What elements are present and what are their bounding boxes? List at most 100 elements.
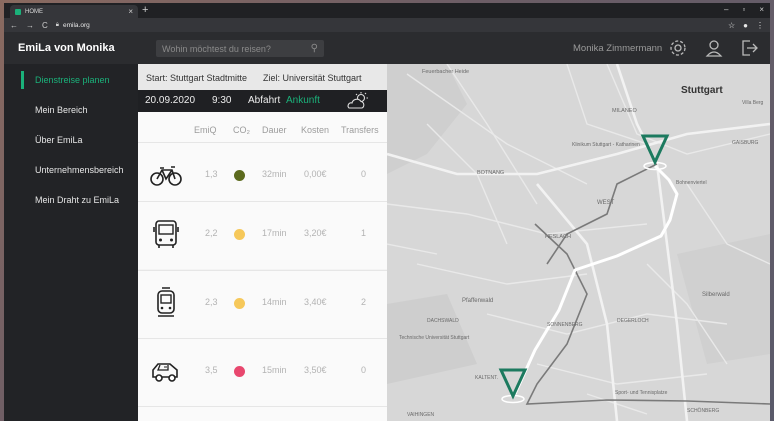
date-bar: 20.09.2020 9:30 Abfahrt Ankunft	[138, 90, 387, 112]
emiq-value: 2,2	[205, 228, 218, 238]
time-field[interactable]: 9:30	[212, 95, 231, 106]
map-label-pfaffenwald: Pfaffenwald	[462, 298, 493, 304]
sidebar-item-mein-draht[interactable]: Mein Draht zu EmiLa	[35, 195, 119, 205]
lock-icon: 🔒︎	[55, 21, 59, 28]
map-label-botnang: BOTNANG	[477, 170, 504, 176]
results-table: EmiQ CO₂ Dauer Kosten Transfers 1,3 32mi…	[138, 112, 387, 421]
transfers-value: 0	[361, 169, 367, 179]
maximize-icon[interactable]: ▫	[742, 5, 745, 14]
sidebar-item-mein-bereich[interactable]: Mein Bereich	[35, 105, 88, 115]
sidebar-item-ueber-emila[interactable]: Über EmiLa	[35, 135, 83, 145]
tab-close-icon[interactable]: ×	[128, 7, 133, 16]
map-label-gaisburg: GAISBURG	[732, 140, 759, 146]
account-icon[interactable]: ●	[743, 21, 748, 30]
address-bar: ← → C 🔒︎ emila.org ☆ ● ⋮	[4, 18, 770, 32]
close-icon[interactable]: ×	[759, 5, 764, 14]
route-end[interactable]: Ziel: Universität Stuttgart	[263, 73, 362, 83]
col-co2[interactable]: CO₂	[233, 125, 250, 135]
table-row[interactable]: 3,5 15min 3,50€ 0	[138, 338, 387, 406]
map-label-villa-berg: Villa Berg	[742, 100, 764, 106]
map-label-klinikum: Klinikum Stuttgart - Katharinen	[572, 142, 640, 148]
star-icon[interactable]: ☆	[728, 21, 735, 30]
active-indicator	[21, 71, 24, 89]
new-tab-icon[interactable]: +	[142, 4, 148, 16]
map-label-bohnen: Bohnenviertel	[676, 180, 707, 186]
partly-cloudy-icon	[344, 91, 370, 111]
map-label-feuerbach: Feuerbacher Heide	[422, 69, 469, 75]
map-label-stuttgart: Stuttgart	[681, 85, 723, 96]
duration-value: 17min	[262, 228, 287, 238]
bus-icon	[148, 216, 184, 252]
map-canvas[interactable]: Stuttgart Feuerbacher Heide MILANEO Klin…	[387, 64, 770, 421]
table-row[interactable]: 2,3 14min 3,40€ 2	[138, 270, 387, 338]
tab-strip: HOME × + – ▫ ×	[4, 3, 770, 18]
app-header: EmiLa von Monika ⚲ Monika Zimmermann	[4, 32, 770, 64]
table-row[interactable]	[138, 406, 387, 421]
duration-value: 32min	[262, 169, 287, 179]
sidebar: Dienstreise planen Mein Bereich Über Emi…	[4, 64, 138, 421]
emiq-value: 2,3	[205, 297, 218, 307]
search-box[interactable]: ⚲	[156, 40, 324, 57]
cost-value: 3,40€	[304, 297, 327, 307]
arrival-toggle[interactable]: Ankunft	[286, 95, 320, 106]
transfers-value: 2	[361, 297, 367, 307]
departure-toggle[interactable]: Abfahrt	[248, 95, 280, 106]
table-row[interactable]: 2,2 17min 3,20€ 1	[138, 201, 387, 269]
map-label-sport: Sport- und Tennisplatze	[615, 390, 668, 396]
favicon-icon	[15, 8, 21, 15]
route-map[interactable]: Stuttgart Feuerbacher Heide MILANEO Klin…	[387, 64, 770, 421]
col-emiq[interactable]: EmiQ	[194, 125, 217, 135]
map-label-vaihingen: VAIHINGEN	[407, 412, 435, 418]
table-row[interactable]: 1,3 32min 0,00€ 0	[138, 142, 387, 210]
bicycle-icon	[148, 157, 184, 193]
col-kosten[interactable]: Kosten	[301, 125, 329, 135]
cost-value: 3,50€	[304, 365, 327, 375]
back-icon[interactable]: ←	[10, 21, 18, 30]
emiq-value: 1,3	[205, 169, 218, 179]
forward-icon[interactable]: →	[26, 21, 34, 30]
search-input[interactable]	[162, 43, 311, 54]
cost-value: 3,20€	[304, 228, 327, 238]
route-bar: Start: Stuttgart Stadtmitte Ziel: Univer…	[138, 64, 387, 90]
minimize-icon[interactable]: –	[724, 5, 728, 14]
map-label-west: WEST	[597, 200, 615, 206]
co2-indicator	[234, 298, 245, 309]
cost-value: 0,00€	[304, 169, 327, 179]
search-icon[interactable]: ⚲	[311, 43, 318, 54]
duration-value: 14min	[262, 297, 287, 307]
date-field[interactable]: 20.09.2020	[145, 95, 195, 106]
co2-indicator	[234, 366, 245, 377]
sidebar-item-dienstreise[interactable]: Dienstreise planen	[35, 75, 110, 85]
tram-icon	[148, 285, 184, 321]
user-icon[interactable]	[704, 38, 724, 58]
map-label-schoenberg: SCHÖNBERG	[687, 407, 719, 414]
map-label-dachswald: DACHSWALD	[427, 318, 459, 324]
map-label-sonnenberg: SONNENBERG	[547, 322, 583, 328]
map-label-silberwald: Silberwald	[702, 292, 730, 298]
co2-indicator	[234, 229, 245, 240]
transfers-value: 0	[361, 365, 367, 375]
table-header: EmiQ CO₂ Dauer Kosten Transfers	[138, 112, 387, 142]
col-dauer[interactable]: Dauer	[262, 125, 287, 135]
co2-indicator	[234, 170, 245, 181]
browser-tab[interactable]: HOME ×	[10, 5, 138, 18]
url-field[interactable]: emila.org	[63, 22, 728, 29]
route-start[interactable]: Start: Stuttgart Stadtmitte	[146, 73, 247, 83]
map-label-uni: Technische Universität Stuttgart	[399, 335, 470, 341]
tab-title: HOME	[25, 8, 43, 15]
map-label-heslach: HESLACH	[545, 234, 571, 240]
sidebar-item-unternehmensbereich[interactable]: Unternehmensbereich	[35, 165, 124, 175]
brand-title[interactable]: EmiLa von Monika	[18, 42, 115, 54]
reload-icon[interactable]: C	[42, 21, 48, 30]
menu-icon[interactable]: ⋮	[756, 21, 764, 30]
logout-icon[interactable]	[739, 38, 759, 58]
emiq-value: 3,5	[205, 365, 218, 375]
transfers-value: 1	[361, 228, 367, 238]
gear-icon[interactable]	[668, 38, 688, 58]
duration-value: 15min	[262, 365, 287, 375]
user-name: Monika Zimmermann	[573, 43, 663, 54]
browser-window: HOME × + – ▫ × ← → C 🔒︎ emila.org ☆ ● ⋮ …	[4, 3, 770, 421]
car-icon	[148, 353, 184, 389]
col-transfers[interactable]: Transfers	[341, 125, 379, 135]
map-label-kaltental: KALTENT.	[475, 375, 498, 381]
